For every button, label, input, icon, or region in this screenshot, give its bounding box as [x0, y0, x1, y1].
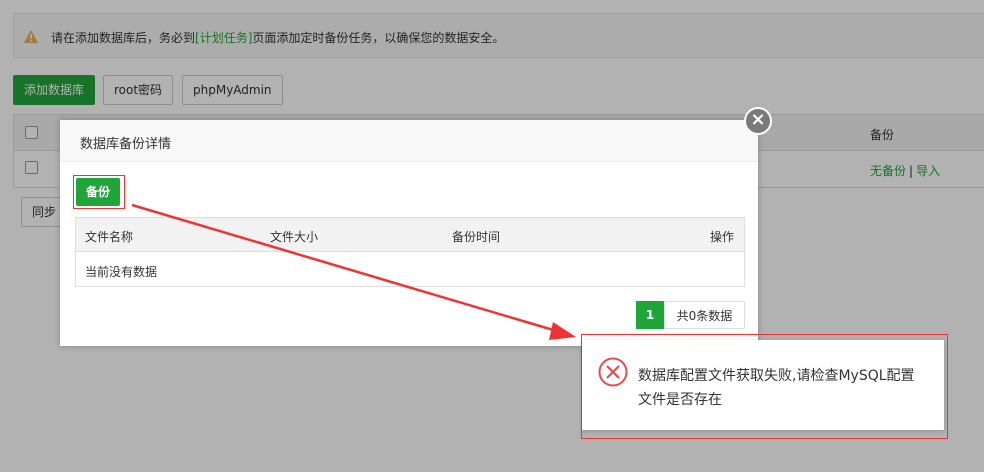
close-icon[interactable]: × — [744, 107, 772, 135]
error-toast: 数据库配置文件获取失败,请检查MySQL配置 文件是否存在 — [582, 340, 944, 430]
pagination-current-page[interactable]: 1 — [636, 301, 664, 329]
column-header-actions: 操作 — [710, 230, 735, 244]
column-header-filesize: 文件大小 — [270, 230, 319, 244]
backup-table-header: 文件名称 文件大小 备份时间 操作 — [76, 218, 744, 252]
error-message-line1: 数据库配置文件获取失败,请检查MySQL配置 — [638, 368, 915, 384]
modal-title-bar: 数据库备份详情 — [60, 120, 758, 162]
pagination-total: 共0条数据 — [664, 301, 745, 329]
empty-state-text: 当前没有数据 — [85, 265, 158, 279]
column-header-backup-time: 备份时间 — [452, 230, 501, 244]
error-message-line2: 文件是否存在 — [638, 392, 722, 408]
annotation-highlight-box — [73, 175, 125, 209]
error-circle-icon — [598, 357, 628, 387]
backup-files-table: 文件名称 文件大小 备份时间 操作 当前没有数据 — [75, 217, 745, 287]
modal-title: 数据库备份详情 — [80, 137, 172, 152]
column-header-filename: 文件名称 — [85, 230, 134, 244]
backup-details-modal: 数据库备份详情 备份 文件名称 文件大小 备份时间 操作 当前没有数据 1 共0… — [60, 120, 758, 346]
